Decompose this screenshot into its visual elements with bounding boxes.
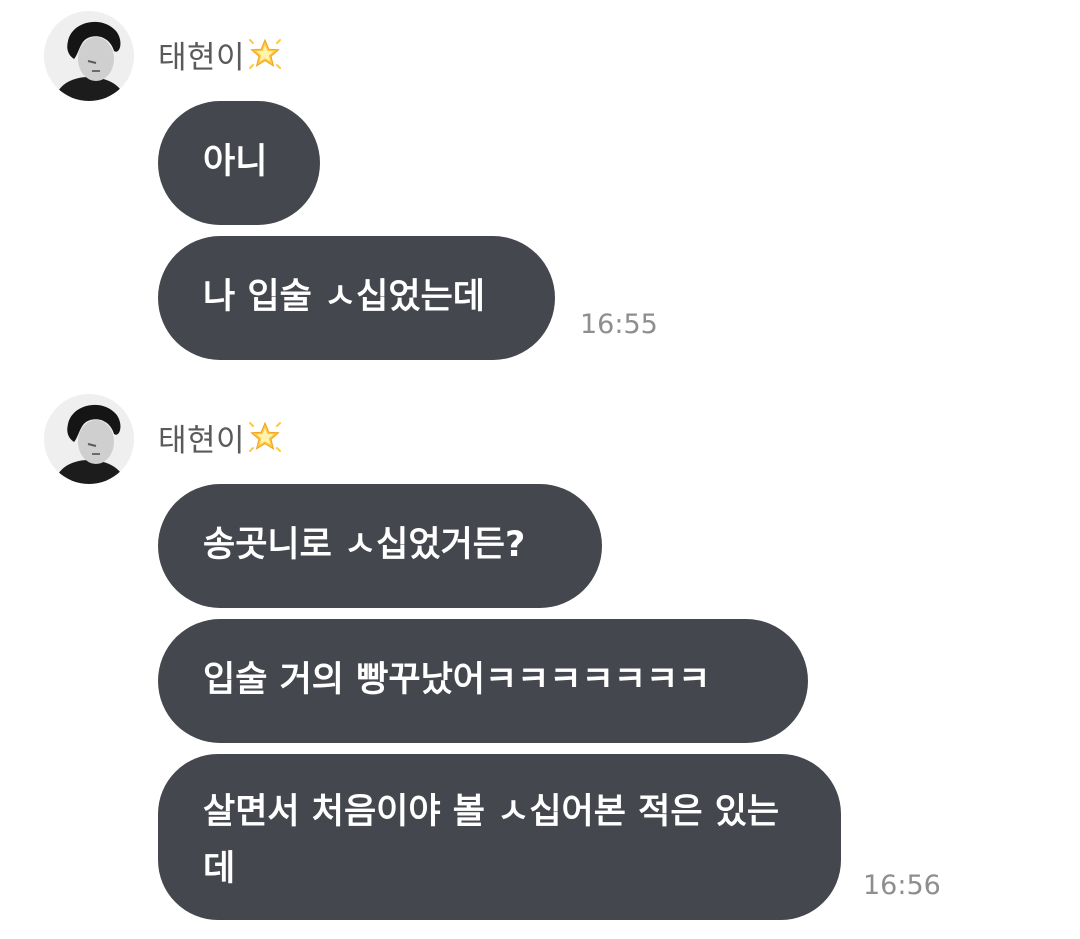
- message-text: 입술 거의 빵꾸났어ㅋㅋㅋㅋㅋㅋㅋ: [203, 660, 711, 700]
- message-text: 송곳니로 ㅅ십었거든?: [203, 525, 526, 565]
- message-timestamp: 16:55: [580, 309, 658, 340]
- message-timestamp: 16:56: [863, 870, 941, 901]
- avatar[interactable]: [44, 394, 134, 484]
- sender-name: 태현이: [158, 34, 283, 76]
- message-bubble[interactable]: 살면서 처음이야 볼 ㅅ십어본 적은 있는데: [158, 754, 841, 920]
- message-text: 살면서 처음이야 볼 ㅅ십어본 적은 있는데: [203, 792, 780, 889]
- message-text: 나 입술 ㅅ십었는데: [203, 277, 485, 317]
- message-bubble[interactable]: 입술 거의 빵꾸났어ㅋㅋㅋㅋㅋㅋㅋ: [158, 619, 808, 743]
- profile-photo-icon: [44, 394, 134, 484]
- message-text: 아니: [203, 142, 268, 182]
- profile-photo-icon: [44, 11, 134, 101]
- glowing-star-icon: [249, 38, 282, 69]
- message-bubble[interactable]: 나 입술 ㅅ십었는데: [158, 236, 555, 360]
- sender-name-text: 태현이: [158, 39, 246, 76]
- sender-name: 태현이: [158, 417, 283, 459]
- glowing-star-icon: [249, 421, 282, 452]
- message-bubble[interactable]: 아니: [158, 101, 320, 225]
- chat-screen: 태현이 아니 나 입술 ㅅ십었는데 16:55 태현이 송곳니로 ㅅ십었거든? …: [0, 0, 1080, 939]
- sender-name-text: 태현이: [158, 422, 246, 459]
- avatar[interactable]: [44, 11, 134, 101]
- message-bubble[interactable]: 송곳니로 ㅅ십었거든?: [158, 484, 602, 608]
